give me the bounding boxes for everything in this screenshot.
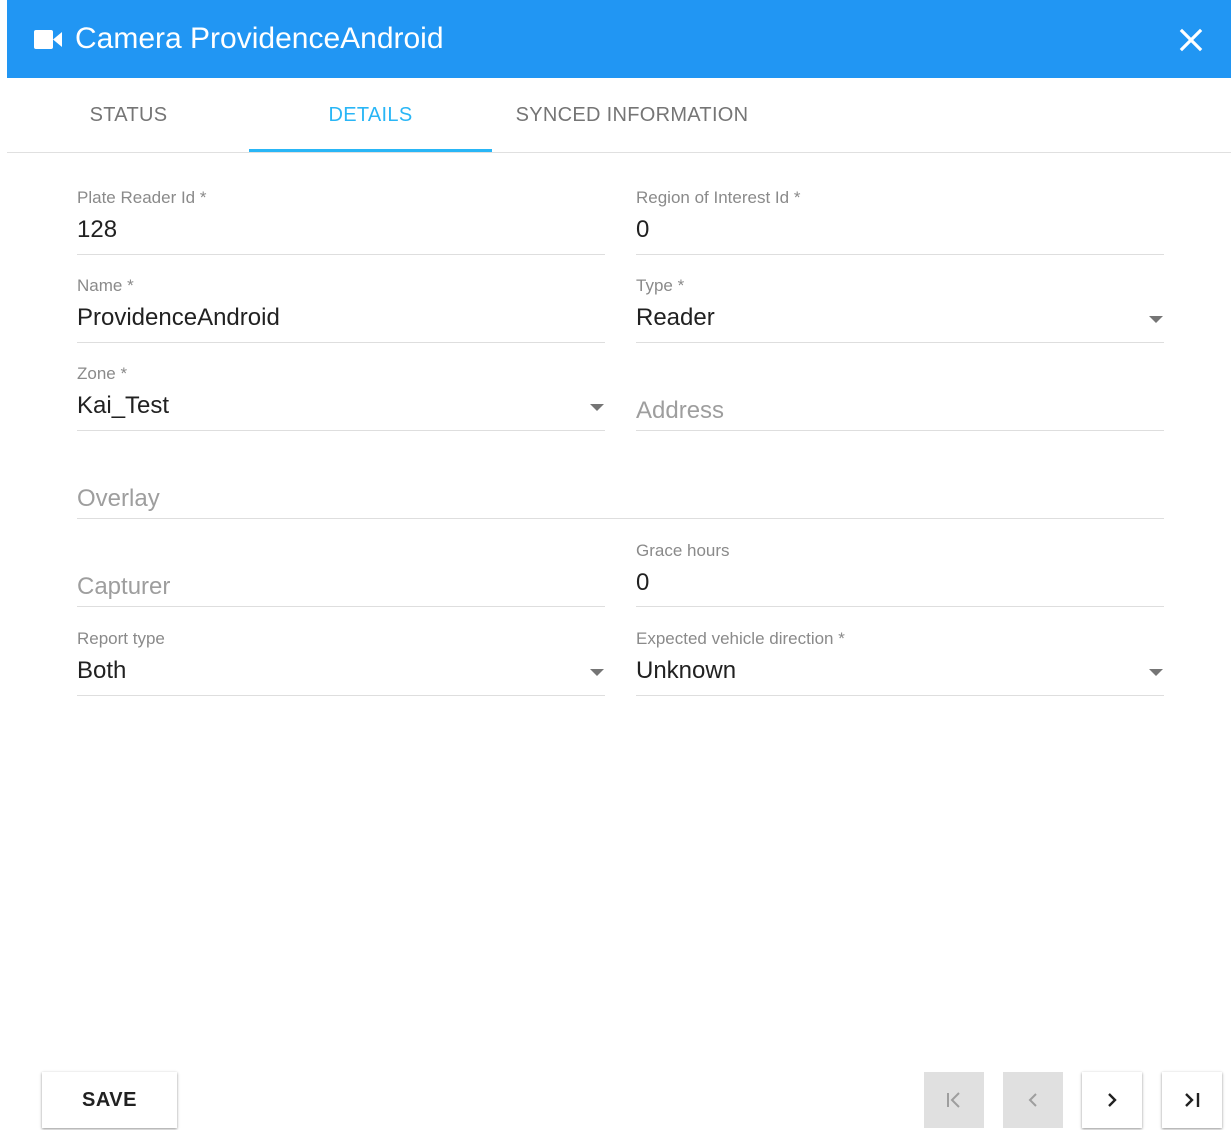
last-page-icon bbox=[1185, 1093, 1200, 1107]
dialog-title: Camera ProvidenceAndroid bbox=[75, 22, 444, 55]
chevron-right-icon bbox=[1108, 1093, 1117, 1107]
dialog-header: Camera ProvidenceAndroid bbox=[7, 0, 1231, 78]
region-of-interest-id-field[interactable]: Region of Interest Id * 0 bbox=[636, 188, 1164, 255]
grace-hours-value[interactable]: 0 bbox=[636, 569, 649, 597]
name-field[interactable]: Name * ProvidenceAndroid bbox=[77, 276, 605, 343]
name-value[interactable]: ProvidenceAndroid bbox=[77, 304, 280, 332]
tab-status[interactable]: STATUS bbox=[7, 78, 250, 152]
tab-synced-information[interactable]: SYNCED INFORMATION bbox=[492, 78, 772, 152]
capturer-placeholder[interactable]: Capturer bbox=[77, 573, 170, 601]
chevron-left-icon bbox=[1028, 1093, 1037, 1107]
chevron-down-icon[interactable] bbox=[590, 669, 604, 676]
grace-hours-label: Grace hours bbox=[636, 541, 730, 560]
expected-vehicle-direction-select[interactable]: Expected vehicle direction * Unknown bbox=[636, 629, 1164, 696]
type-select[interactable]: Type * Reader bbox=[636, 276, 1164, 343]
chevron-down-icon[interactable] bbox=[590, 404, 604, 411]
name-label: Name * bbox=[77, 276, 134, 295]
previous-page-button[interactable] bbox=[1003, 1072, 1063, 1128]
zone-select[interactable]: Zone * Kai_Test bbox=[77, 364, 605, 431]
plate-reader-id-field[interactable]: Plate Reader Id * 128 bbox=[77, 188, 605, 255]
expected-vehicle-direction-value[interactable]: Unknown bbox=[636, 657, 736, 685]
tab-details[interactable]: DETAILS bbox=[249, 78, 492, 152]
zone-value[interactable]: Kai_Test bbox=[77, 392, 169, 420]
capturer-field[interactable]: Capturer bbox=[77, 540, 605, 607]
region-of-interest-id-label: Region of Interest Id * bbox=[636, 188, 801, 207]
last-page-button[interactable] bbox=[1162, 1072, 1222, 1128]
grace-hours-field[interactable]: Grace hours 0 bbox=[636, 541, 1164, 607]
report-type-value[interactable]: Both bbox=[77, 657, 126, 685]
report-type-select[interactable]: Report type Both bbox=[77, 629, 605, 696]
save-button[interactable]: SAVE bbox=[42, 1072, 177, 1128]
first-page-icon bbox=[947, 1092, 960, 1108]
camera-details-dialog: Camera ProvidenceAndroid STATUS DETAILS … bbox=[7, 0, 1231, 1130]
next-page-button[interactable] bbox=[1082, 1072, 1142, 1128]
address-placeholder[interactable]: Address bbox=[636, 397, 724, 425]
plate-reader-id-value[interactable]: 128 bbox=[77, 216, 117, 244]
type-label: Type * bbox=[636, 276, 685, 295]
first-page-button[interactable] bbox=[924, 1072, 984, 1128]
address-field[interactable]: Address bbox=[636, 364, 1164, 431]
overlay-field[interactable]: Overlay bbox=[77, 452, 1164, 519]
type-value[interactable]: Reader bbox=[636, 304, 715, 332]
region-of-interest-id-value[interactable]: 0 bbox=[636, 216, 649, 244]
report-type-label: Report type bbox=[77, 629, 165, 648]
overlay-placeholder[interactable]: Overlay bbox=[77, 485, 160, 513]
chevron-down-icon[interactable] bbox=[1149, 316, 1163, 323]
expected-vehicle-direction-label: Expected vehicle direction * bbox=[636, 629, 845, 648]
zone-label: Zone * bbox=[77, 364, 128, 383]
video-camera-icon bbox=[34, 30, 62, 49]
chevron-down-icon[interactable] bbox=[1149, 669, 1163, 676]
active-tab-indicator bbox=[249, 149, 492, 152]
tab-bar: STATUS DETAILS SYNCED INFORMATION bbox=[7, 78, 1231, 153]
plate-reader-id-label: Plate Reader Id * bbox=[77, 188, 207, 207]
close-icon[interactable] bbox=[1179, 28, 1203, 52]
